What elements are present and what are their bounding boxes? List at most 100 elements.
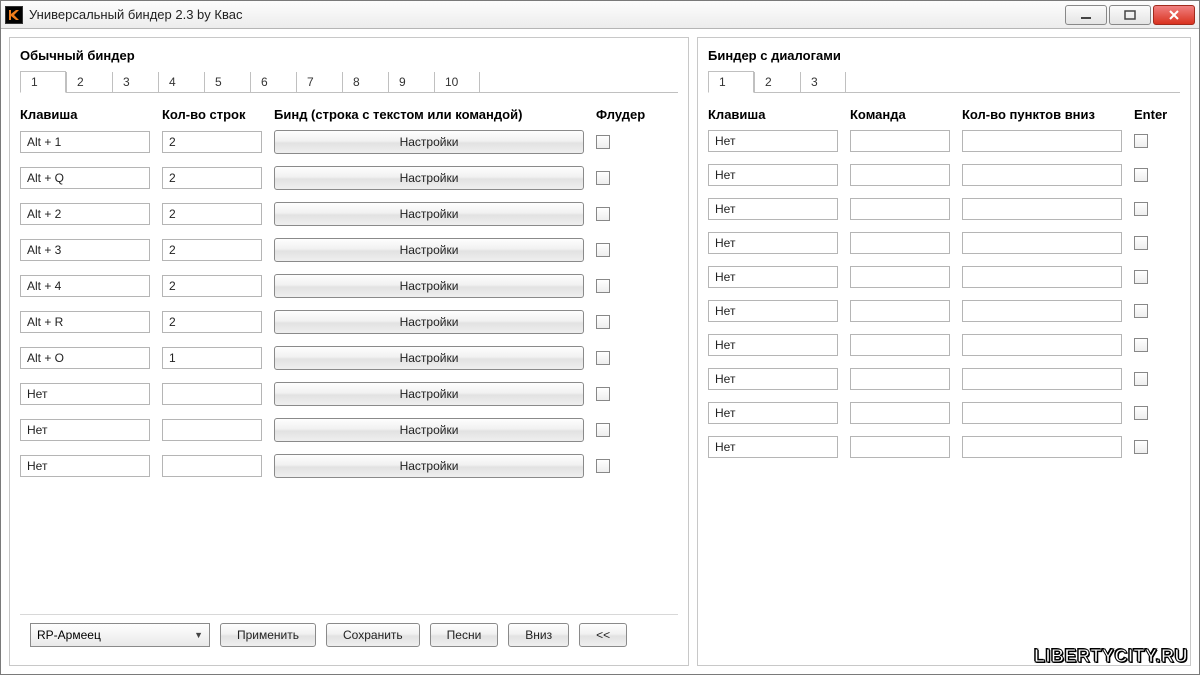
tab-3[interactable]: 3 [112,72,158,92]
key-input[interactable] [20,383,150,405]
down-button[interactable]: Вниз [508,623,569,647]
flooder-checkbox[interactable] [596,315,610,329]
key-input[interactable] [20,275,150,297]
flooder-checkbox[interactable] [596,459,610,473]
flooder-checkbox[interactable] [596,387,610,401]
enter-checkbox[interactable] [1134,236,1148,250]
points-input[interactable] [962,266,1122,288]
settings-button[interactable]: Настройки [274,166,584,190]
lines-input[interactable] [162,167,262,189]
key-input[interactable] [708,232,838,254]
key-input[interactable] [20,203,150,225]
command-input[interactable] [850,130,950,152]
tab-8[interactable]: 8 [342,72,388,92]
command-input[interactable] [850,436,950,458]
key-input[interactable] [20,131,150,153]
minimize-button[interactable] [1065,5,1107,25]
flooder-checkbox[interactable] [596,351,610,365]
lines-input[interactable] [162,239,262,261]
key-input[interactable] [20,311,150,333]
settings-button[interactable]: Настройки [274,202,584,226]
enter-checkbox[interactable] [1134,304,1148,318]
collapse-button[interactable]: << [579,623,627,647]
key-input[interactable] [708,368,838,390]
close-button[interactable] [1153,5,1195,25]
key-input[interactable] [708,402,838,424]
points-input[interactable] [962,164,1122,186]
points-input[interactable] [962,368,1122,390]
points-input[interactable] [962,334,1122,356]
key-input[interactable] [708,198,838,220]
enter-checkbox[interactable] [1134,134,1148,148]
key-input[interactable] [708,436,838,458]
key-input[interactable] [20,419,150,441]
key-input[interactable] [20,167,150,189]
tab-4[interactable]: 4 [158,72,204,92]
command-input[interactable] [850,164,950,186]
points-input[interactable] [962,300,1122,322]
settings-button[interactable]: Настройки [274,274,584,298]
flooder-checkbox[interactable] [596,135,610,149]
points-input[interactable] [962,232,1122,254]
lines-input[interactable] [162,311,262,333]
command-input[interactable] [850,334,950,356]
tab-7[interactable]: 7 [296,72,342,92]
flooder-checkbox[interactable] [596,423,610,437]
points-input[interactable] [962,130,1122,152]
key-input[interactable] [708,300,838,322]
points-input[interactable] [962,198,1122,220]
enter-checkbox[interactable] [1134,372,1148,386]
lines-input[interactable] [162,131,262,153]
settings-button[interactable]: Настройки [274,310,584,334]
lines-input[interactable] [162,419,262,441]
enter-checkbox[interactable] [1134,406,1148,420]
enter-checkbox[interactable] [1134,168,1148,182]
key-input[interactable] [708,334,838,356]
command-input[interactable] [850,266,950,288]
flooder-checkbox[interactable] [596,171,610,185]
flooder-checkbox[interactable] [596,243,610,257]
key-input[interactable] [20,347,150,369]
tab-6[interactable]: 6 [250,72,296,92]
tab-3[interactable]: 3 [800,72,846,92]
settings-button[interactable]: Настройки [274,454,584,478]
points-input[interactable] [962,402,1122,424]
flooder-checkbox[interactable] [596,279,610,293]
songs-button[interactable]: Песни [430,623,499,647]
command-input[interactable] [850,368,950,390]
tab-1[interactable]: 1 [708,71,754,93]
enter-checkbox[interactable] [1134,270,1148,284]
save-button[interactable]: Сохранить [326,623,420,647]
settings-button[interactable]: Настройки [274,418,584,442]
preset-dropdown[interactable]: RP-Армеец ▼ [30,623,210,647]
tab-10[interactable]: 10 [434,72,480,92]
tab-2[interactable]: 2 [754,72,800,92]
points-input[interactable] [962,436,1122,458]
apply-button[interactable]: Применить [220,623,316,647]
command-input[interactable] [850,198,950,220]
command-input[interactable] [850,232,950,254]
lines-input[interactable] [162,347,262,369]
maximize-button[interactable] [1109,5,1151,25]
lines-input[interactable] [162,383,262,405]
settings-button[interactable]: Настройки [274,238,584,262]
settings-button[interactable]: Настройки [274,346,584,370]
lines-input[interactable] [162,455,262,477]
tab-2[interactable]: 2 [66,72,112,92]
command-input[interactable] [850,300,950,322]
enter-checkbox[interactable] [1134,440,1148,454]
key-input[interactable] [708,266,838,288]
command-input[interactable] [850,402,950,424]
enter-checkbox[interactable] [1134,202,1148,216]
tab-1[interactable]: 1 [20,71,66,93]
enter-checkbox[interactable] [1134,338,1148,352]
key-input[interactable] [708,164,838,186]
settings-button[interactable]: Настройки [274,130,584,154]
flooder-checkbox[interactable] [596,207,610,221]
tab-5[interactable]: 5 [204,72,250,92]
settings-button[interactable]: Настройки [274,382,584,406]
lines-input[interactable] [162,203,262,225]
key-input[interactable] [20,455,150,477]
tab-9[interactable]: 9 [388,72,434,92]
lines-input[interactable] [162,275,262,297]
